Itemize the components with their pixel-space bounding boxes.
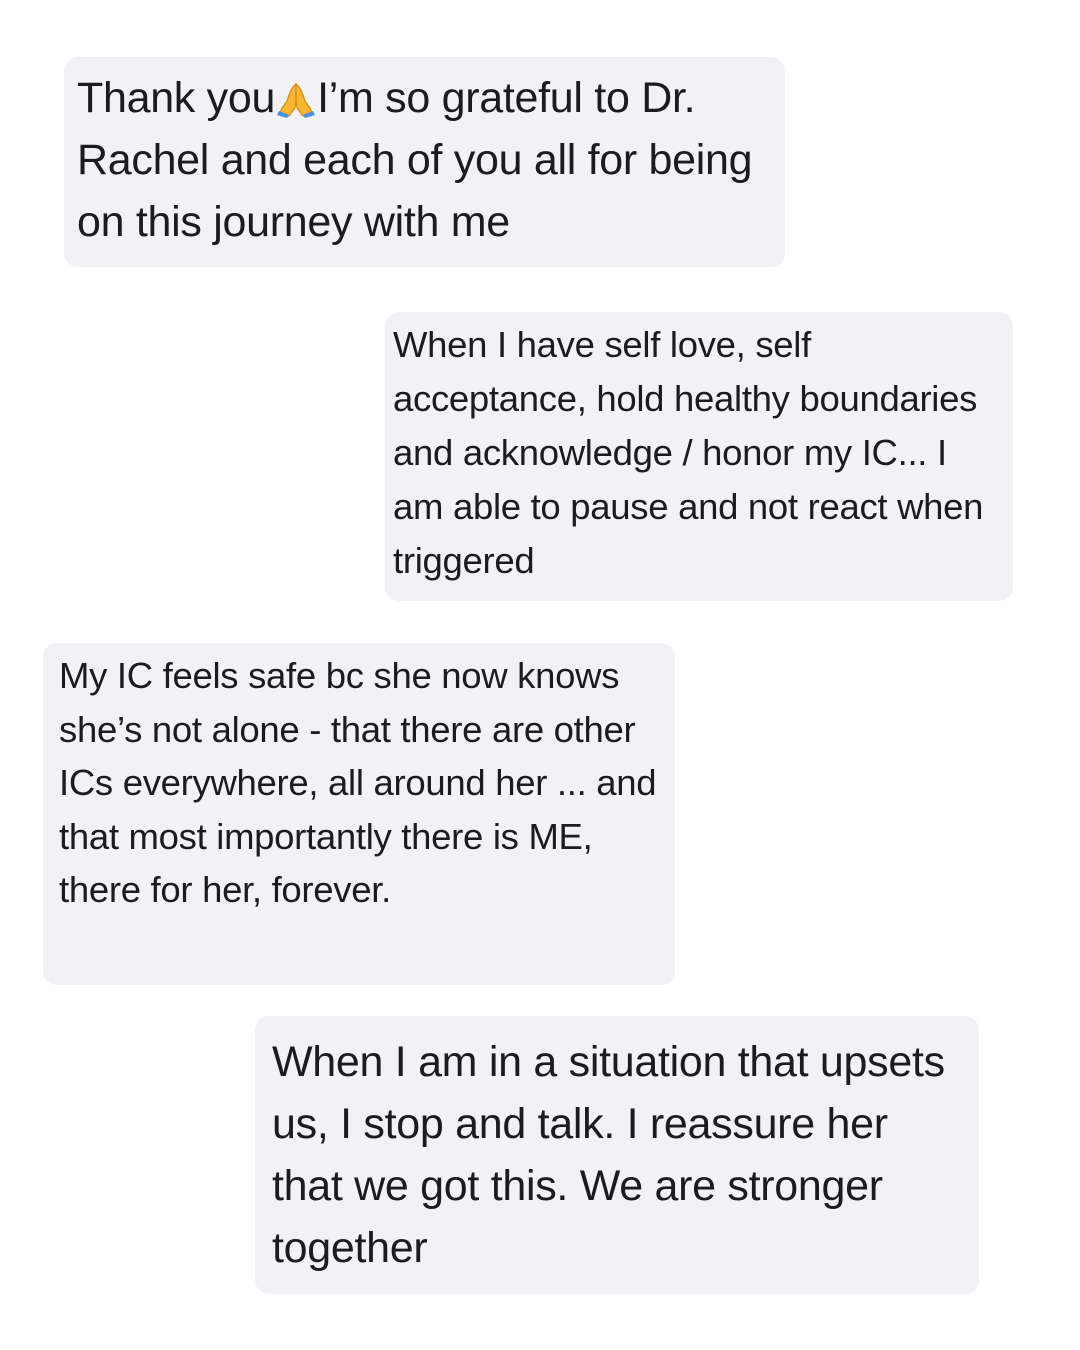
message-text-1-part-1: Thank you	[77, 74, 276, 122]
message-text-3: My IC feels safe bc she now knows she’s …	[59, 655, 657, 910]
message-bubble-2: When I have self love, self acceptance, …	[385, 312, 1013, 601]
message-bubble-3: My IC feels safe bc she now knows she’s …	[43, 643, 675, 985]
message-bubble-1: Thank you I’m so grateful to Dr. Rachel …	[64, 57, 785, 267]
folded-hands-icon	[276, 73, 316, 118]
message-text-2: When I have self love, self acceptance, …	[393, 324, 984, 581]
message-text-1: Thank you I’m so grateful to Dr. Rachel …	[77, 67, 771, 253]
message-text-4: When I am in a situation that upsets us,…	[272, 1038, 945, 1272]
message-bubble-4: When I am in a situation that upsets us,…	[255, 1016, 979, 1294]
